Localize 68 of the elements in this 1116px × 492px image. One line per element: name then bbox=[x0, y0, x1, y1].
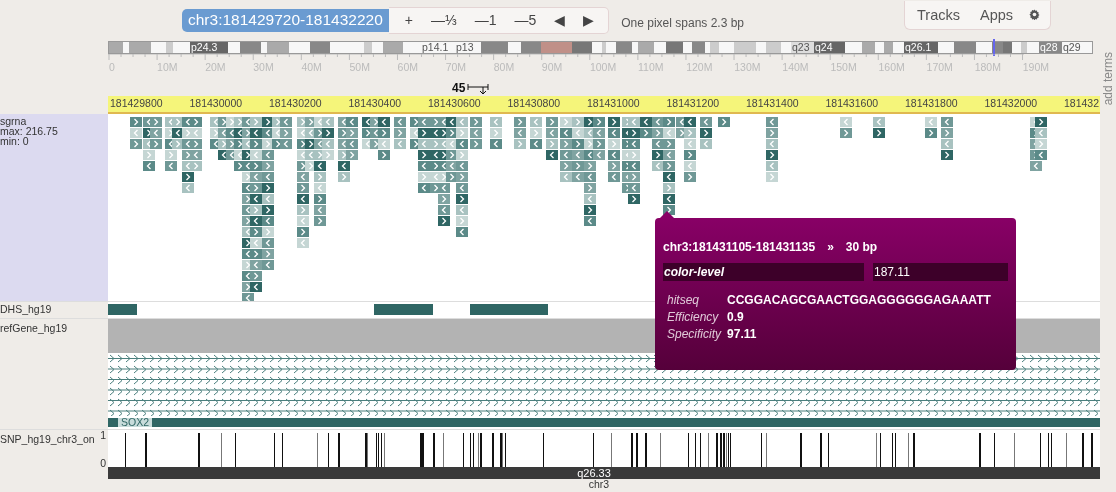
chromosome-band bbox=[1003, 42, 1012, 53]
coordinate-label: 181432 bbox=[1064, 96, 1100, 111]
nav-button[interactable]: + bbox=[396, 12, 421, 28]
gene-name-label: SOX2 bbox=[118, 418, 152, 427]
track-max-label: max: 216.75 bbox=[0, 126, 59, 136]
menu-button[interactable]: Tracks bbox=[907, 6, 970, 23]
chromosome-band: q24 bbox=[814, 42, 845, 53]
chromosome-band bbox=[976, 42, 992, 53]
chromosome-band bbox=[403, 42, 421, 53]
coordinate-label: 181430600 bbox=[428, 96, 482, 111]
chromosome-band: q23 bbox=[791, 42, 814, 53]
tooltip-title: chr3:181431105-181431135 bbox=[663, 240, 816, 254]
coordinate-label: 181430200 bbox=[269, 96, 323, 111]
track-label: DHS_hg19 bbox=[0, 303, 52, 315]
coordinate-label: 181431000 bbox=[587, 96, 641, 111]
chromosome-band: p14.1 bbox=[421, 42, 455, 53]
coordinate-label: 181430000 bbox=[189, 96, 244, 111]
nav-button[interactable]: ▶ bbox=[575, 12, 603, 28]
attribute-name: hitseq bbox=[667, 293, 701, 307]
scale-label: 45 bbox=[452, 81, 466, 95]
coordinate-label: 181431400 bbox=[746, 96, 800, 111]
feature-length: 30 bp bbox=[845, 240, 878, 254]
attribute-value: 0.9 bbox=[727, 310, 745, 324]
axis-tick-label: 1 bbox=[100, 430, 106, 440]
chromosome-band: q28 bbox=[1039, 42, 1062, 53]
attribute-name: color-level bbox=[663, 263, 864, 281]
coordinate-label: 181431200 bbox=[666, 96, 721, 111]
gene-bar[interactable]: SOX2 bbox=[108, 418, 1100, 427]
chromosome-ideogram[interactable]: p24.3 p14.1 p13 q23 q24 q26.1 q28 q29 bbox=[108, 41, 1093, 54]
chromosome-band bbox=[938, 42, 954, 53]
chromosome-band: q29 bbox=[1062, 42, 1092, 53]
chromosome-band: q26.1 bbox=[904, 42, 938, 53]
coordinate-label: 181431600 bbox=[825, 96, 880, 111]
attribute-name: Specificity bbox=[667, 327, 722, 341]
chromosome-band: p24.3 bbox=[190, 42, 228, 53]
chromosome-band bbox=[654, 42, 666, 53]
scale-bar-icon bbox=[467, 81, 492, 95]
chromosome-band bbox=[954, 42, 976, 53]
band-label: q26.33 bbox=[577, 467, 611, 479]
chromosome-band bbox=[893, 42, 904, 53]
chromosome-band bbox=[289, 42, 310, 53]
coordinate-label: 181429800 bbox=[110, 96, 164, 111]
strand-glyph: » bbox=[827, 240, 834, 254]
axis-tick-label: 0 bbox=[100, 458, 106, 468]
track-label: refGene_hg19 bbox=[0, 322, 68, 334]
coordinate-label: 181431800 bbox=[905, 96, 959, 111]
coordinate-label: 181432000 bbox=[984, 96, 1039, 111]
nav-button[interactable]: ◀ bbox=[546, 12, 574, 28]
nav-button[interactable]: —1 bbox=[466, 12, 505, 28]
tooltip-pointer bbox=[659, 211, 675, 219]
resolution-text: One pixel spans 2.3 bp bbox=[621, 16, 744, 30]
chromosome-band: p13 bbox=[455, 42, 481, 53]
menu-button[interactable]: Apps bbox=[970, 6, 1024, 23]
chromosome-band bbox=[845, 42, 862, 53]
nav-button[interactable]: —⅓ bbox=[423, 12, 465, 28]
coordinate-label: 181430400 bbox=[348, 96, 403, 111]
track-min-label: min: 0 bbox=[0, 136, 30, 146]
attribute-value: CCGGACAGCGAACTGGAGGGGGGAGAAATT bbox=[727, 293, 992, 307]
attribute-name: Efficiency bbox=[667, 310, 720, 324]
position-marker bbox=[993, 39, 995, 56]
attribute-value: 97.11 bbox=[727, 327, 758, 341]
nav-button[interactable]: —5 bbox=[506, 12, 545, 28]
attribute-value: 187.11 bbox=[873, 263, 1008, 281]
track-label: SNP_hg19_chr3_on bbox=[0, 433, 95, 445]
chromosome-label: chr3 bbox=[588, 479, 610, 490]
settings-icon[interactable] bbox=[1029, 9, 1041, 20]
chromosome-band bbox=[884, 42, 893, 53]
coordinate-label: 181430800 bbox=[507, 96, 562, 111]
